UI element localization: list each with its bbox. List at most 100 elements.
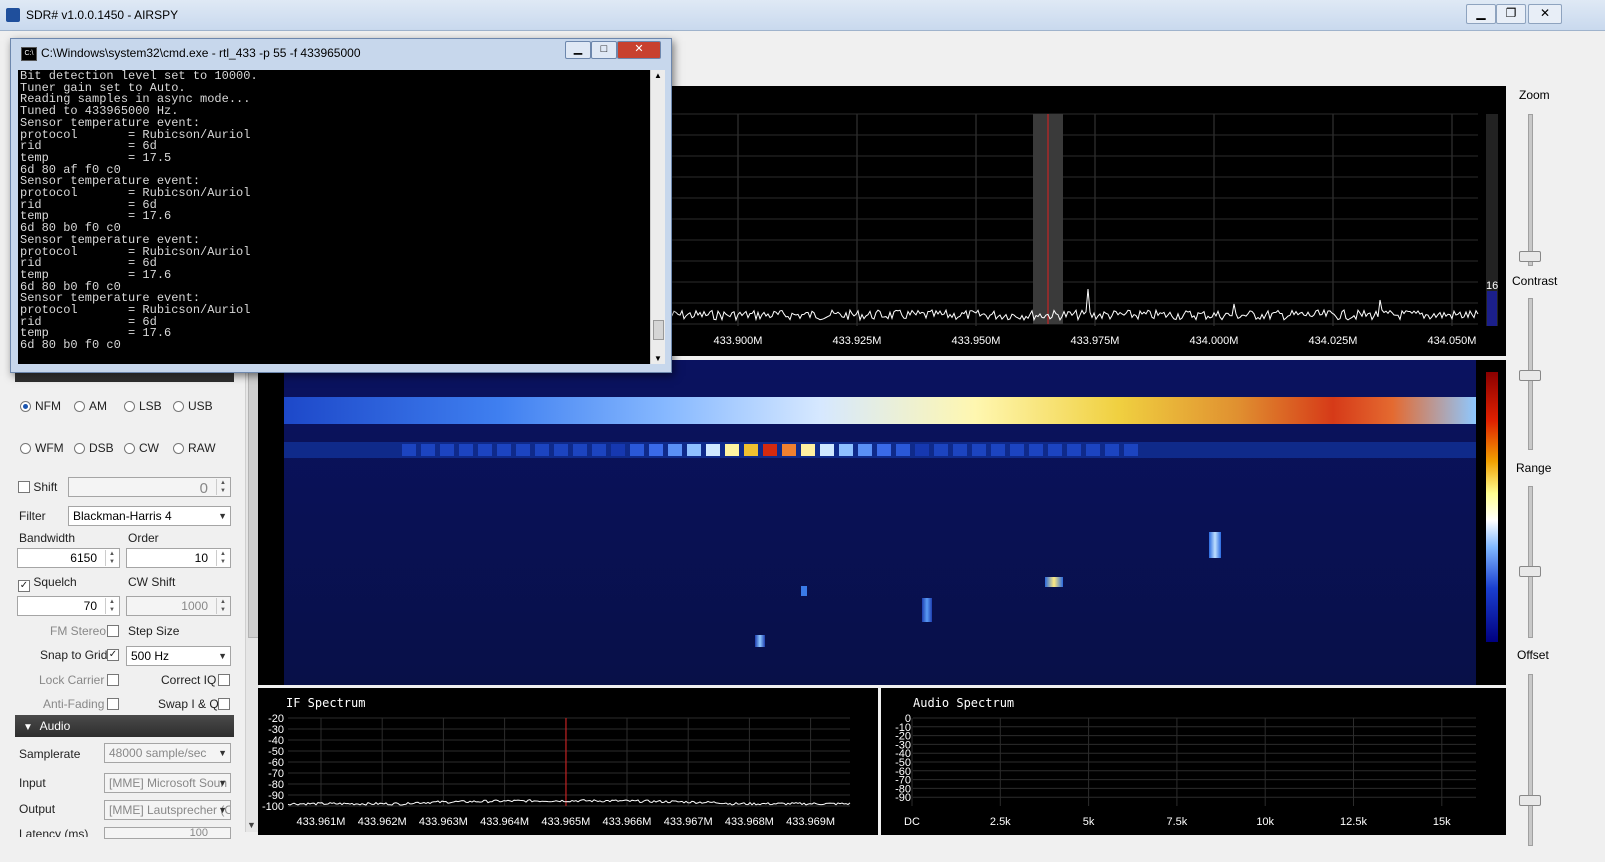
scroll-up-arrow-icon[interactable]: ▲ xyxy=(654,71,662,80)
mode-lsb[interactable]: LSB xyxy=(124,399,162,413)
x-tick-label: 433.965M xyxy=(541,816,590,828)
mode-usb[interactable]: USB xyxy=(173,399,213,413)
radio-button[interactable] xyxy=(173,401,184,412)
zoom-slider-track[interactable] xyxy=(1528,114,1533,266)
console-scrollbar-thumb[interactable] xyxy=(653,320,664,340)
range-slider-track[interactable] xyxy=(1528,486,1533,638)
audio-spectrum-title: Audio Spectrum xyxy=(913,696,1015,710)
samplerate-select[interactable]: 48000 sample/sec ▼ xyxy=(104,743,231,763)
y-tick-label: -90 xyxy=(895,792,911,804)
console-icon: C:\ xyxy=(21,47,37,61)
waterfall-block xyxy=(1200,444,1214,456)
cwshift-input[interactable]: 1000 ▲ ▼ xyxy=(126,596,231,616)
order-value: 10 xyxy=(194,551,208,565)
mode-am[interactable]: AM xyxy=(74,399,107,413)
if-spectrum-y-axis: -20-30-40-50-60-70-80-90-100 xyxy=(262,713,284,813)
mode-wfm[interactable]: WFM xyxy=(20,441,64,455)
spectrum-grid xyxy=(670,113,1478,326)
x-tick-label: 433.962M xyxy=(358,816,407,828)
order-input[interactable]: 10 ▲ ▼ xyxy=(126,548,231,568)
contrast-slider-handle[interactable] xyxy=(1519,370,1541,381)
waterfall-block xyxy=(383,444,397,456)
waterfall-block xyxy=(801,444,815,456)
radio-button[interactable] xyxy=(20,443,31,454)
antifading-checkbox[interactable] xyxy=(107,698,119,710)
mode-raw[interactable]: RAW xyxy=(173,441,216,455)
x-tick-label: 433.969M xyxy=(786,816,835,828)
mode-nfm[interactable]: NFM xyxy=(20,399,61,413)
checkbox[interactable] xyxy=(18,481,30,493)
radio-button[interactable] xyxy=(173,443,184,454)
frequency-tick-label: 434.050M xyxy=(1428,335,1477,347)
latency-input[interactable]: 100 xyxy=(104,827,231,839)
stepper-arrows[interactable]: ▲ ▼ xyxy=(216,598,229,614)
offset-slider-handle[interactable] xyxy=(1519,795,1541,806)
squelch-input[interactable]: 70 ▲ ▼ xyxy=(17,596,120,616)
waterfall-display[interactable] xyxy=(258,360,1506,685)
output-select[interactable]: [MME] Lautsprecher (C ▼ xyxy=(104,800,231,820)
offset-slider-track[interactable] xyxy=(1528,674,1533,846)
radio-button[interactable] xyxy=(20,401,31,412)
lockcarrier-checkbox[interactable] xyxy=(107,674,119,686)
checkbox[interactable]: ✓ xyxy=(18,580,30,592)
close-button[interactable]: ✕ xyxy=(1528,4,1562,24)
correctiq-checkbox[interactable] xyxy=(218,674,230,686)
if-spectrum-x-axis: 433.961M 433.962M 433.963M 433.964M 433.965M… xyxy=(297,816,836,828)
shift-checkbox[interactable]: Shift xyxy=(18,480,57,494)
offset-label: Offset xyxy=(1517,648,1549,662)
console-scrollbar[interactable]: ▲ ▼ xyxy=(650,70,665,364)
if-spectrum-grid xyxy=(288,717,850,807)
stepper-arrows[interactable]: ▲ ▼ xyxy=(105,598,118,614)
audio-section-header[interactable]: ▼ Audio xyxy=(15,715,234,737)
x-tick-label: 15k xyxy=(1433,816,1451,828)
radio-button[interactable] xyxy=(124,443,135,454)
frequency-tick-label: 433.900M xyxy=(714,335,763,347)
filter-select[interactable]: Blackman-Harris 4 ▼ xyxy=(68,506,231,526)
stepsize-label: Step Size xyxy=(128,624,180,638)
radio-button[interactable] xyxy=(74,401,85,412)
waterfall-block xyxy=(478,444,492,456)
waterfall-block xyxy=(839,444,853,456)
waterfall-block xyxy=(1086,444,1100,456)
minimize-button[interactable]: ▁ xyxy=(1466,4,1496,24)
range-slider-handle[interactable] xyxy=(1519,566,1541,577)
waterfall-block xyxy=(1447,444,1461,456)
stepper-arrows[interactable]: ▲ ▼ xyxy=(216,550,229,566)
stepper-arrows[interactable]: ▲ ▼ xyxy=(216,479,229,495)
zoom-slider-handle[interactable] xyxy=(1519,251,1541,262)
antifading-label: Anti-Fading xyxy=(43,697,105,711)
frequency-tick-label: 433.975M xyxy=(1071,335,1120,347)
swapiq-checkbox[interactable] xyxy=(218,698,230,710)
console-minimize-button[interactable]: ▁ xyxy=(565,41,591,59)
stepsize-select[interactable]: 500 Hz ▼ xyxy=(126,646,231,666)
scroll-down-arrow-icon[interactable]: ▼ xyxy=(247,820,256,830)
shift-input[interactable]: 0 ▲ ▼ xyxy=(68,477,231,497)
chevron-down-icon: ▼ xyxy=(218,778,227,788)
mode-cw[interactable]: CW xyxy=(124,441,159,455)
scroll-down-arrow-icon[interactable]: ▼ xyxy=(654,354,662,363)
mode-dsb[interactable]: DSB xyxy=(74,441,114,455)
audio-spectrum-panel[interactable]: Audio Spectrum 0 -10 -20 -30 -40 -50 -60 -70 -80… xyxy=(881,688,1506,835)
maximize-button[interactable]: ❐ xyxy=(1496,4,1526,24)
fmstereo-checkbox[interactable] xyxy=(107,625,119,637)
console-maximize-button[interactable]: □ xyxy=(591,41,617,59)
waterfall-block xyxy=(1105,444,1119,456)
waterfall-block xyxy=(1295,444,1309,456)
bandwidth-input[interactable]: 6150 ▲ ▼ xyxy=(17,548,120,568)
if-spectrum-panel[interactable]: IF Spectrum -20 -30 -40 -50 -60 -70 -80 -90 -100… xyxy=(258,688,878,835)
console-output[interactable]: Bit detection level set to 10000. Tuner … xyxy=(18,70,658,364)
cmd-console-window[interactable]: C:\ C:\Windows\system32\cmd.exe - rtl_43… xyxy=(10,38,672,373)
waterfall-block xyxy=(364,444,378,456)
radio-button[interactable] xyxy=(74,443,85,454)
waterfall-block xyxy=(1409,444,1423,456)
radio-button[interactable] xyxy=(124,401,135,412)
input-select[interactable]: [MME] Microsoft Soun ▼ xyxy=(104,773,231,793)
snap-checkbox[interactable]: ✓ xyxy=(107,649,119,661)
fmstereo-label: FM Stereo xyxy=(50,624,107,638)
console-close-button[interactable]: ✕ xyxy=(617,41,661,59)
waterfall-block xyxy=(1371,444,1385,456)
mode-label: NFM xyxy=(35,399,61,413)
squelch-checkbox[interactable]: ✓ Squelch xyxy=(18,575,77,592)
waterfall-block xyxy=(1010,444,1024,456)
stepper-arrows[interactable]: ▲ ▼ xyxy=(105,550,118,566)
